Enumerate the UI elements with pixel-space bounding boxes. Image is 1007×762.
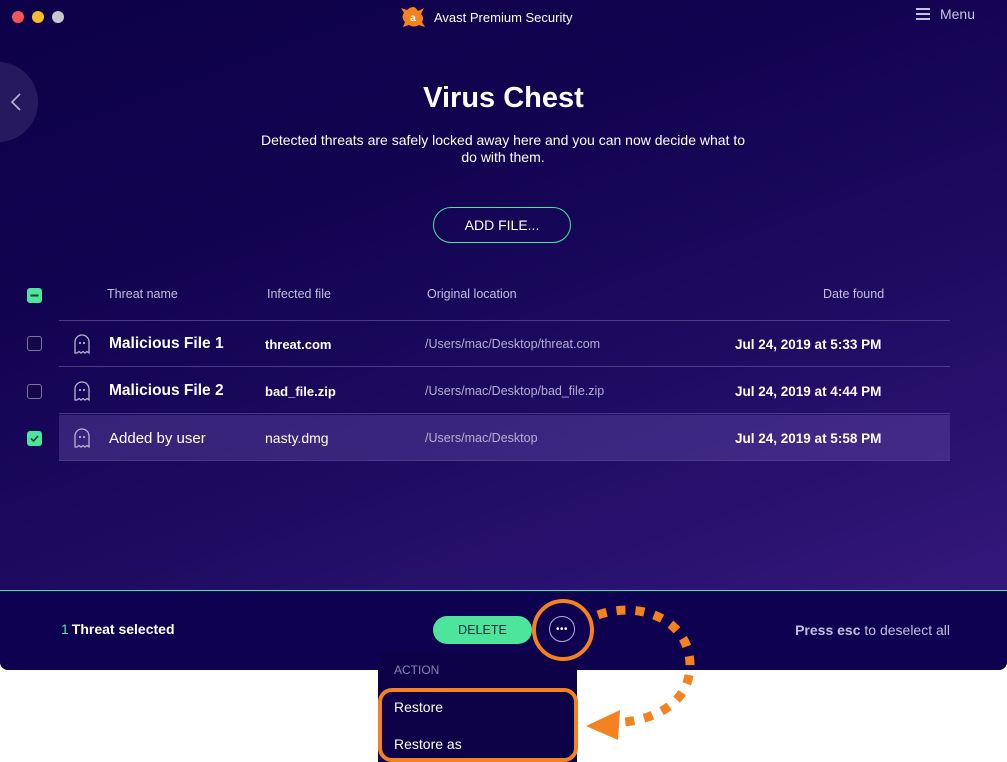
column-header-infected-file[interactable]: Infected file bbox=[267, 287, 331, 301]
column-header-original-location[interactable]: Original location bbox=[427, 287, 517, 301]
column-header-date-found[interactable]: Date found bbox=[823, 287, 884, 301]
ghost-icon bbox=[74, 334, 90, 355]
infected-file: nasty.dmg bbox=[265, 430, 329, 446]
date-found: Jul 24, 2019 at 5:58 PM bbox=[735, 430, 882, 446]
add-file-button[interactable]: ADD FILE... bbox=[433, 207, 571, 243]
action-menu: ACTION Restore Restore as bbox=[378, 653, 577, 762]
window-minimize-button[interactable] bbox=[32, 11, 44, 23]
infected-file: bad_file.zip bbox=[265, 383, 336, 399]
threat-name: Malicious File 2 bbox=[109, 382, 224, 399]
avast-logo-icon: a bbox=[401, 7, 425, 27]
row-checkbox-checked[interactable] bbox=[27, 431, 42, 446]
checkmark-icon bbox=[30, 435, 39, 443]
ghost-icon bbox=[74, 381, 90, 402]
table-row-selected[interactable]: Added by user nasty.dmg /Users/mac/Deskt… bbox=[59, 415, 950, 461]
window-close-button[interactable] bbox=[12, 11, 24, 23]
selection-count-number: 1 bbox=[61, 621, 69, 637]
threat-name: Added by user bbox=[109, 429, 206, 447]
threat-name: Malicious File 1 bbox=[109, 335, 224, 352]
menu-label: Menu bbox=[939, 6, 975, 22]
ghost-icon bbox=[74, 428, 90, 449]
row-checkbox[interactable] bbox=[27, 384, 42, 399]
deselect-hint-key: Press esc bbox=[795, 622, 861, 638]
app-title: a Avast Premium Security bbox=[400, 4, 572, 30]
selection-count-label: Threat selected bbox=[71, 621, 175, 637]
more-dots-icon: ••• bbox=[555, 623, 568, 635]
more-actions-button[interactable]: ••• bbox=[549, 616, 575, 642]
selection-count: 1 Threat selected bbox=[61, 621, 175, 637]
select-all-checkbox[interactable] bbox=[27, 288, 42, 303]
row-checkbox[interactable] bbox=[27, 336, 42, 351]
title-bar: a Avast Premium Security Menu bbox=[0, 0, 1007, 34]
hamburger-icon bbox=[915, 8, 930, 20]
deselect-hint: Press esc to deselect all bbox=[795, 622, 950, 638]
column-header-threat-name[interactable]: Threat name bbox=[107, 287, 178, 301]
date-found: Jul 24, 2019 at 4:44 PM bbox=[735, 383, 882, 399]
menu-item-restore-as[interactable]: Restore as bbox=[394, 736, 462, 752]
menu-item-restore[interactable]: Restore bbox=[394, 699, 443, 715]
app-window: a Avast Premium Security Menu Virus Ches… bbox=[0, 0, 1007, 670]
delete-button[interactable]: DELETE bbox=[433, 616, 532, 644]
action-menu-header: ACTION bbox=[394, 663, 440, 677]
svg-text:a: a bbox=[410, 13, 416, 24]
deselect-hint-text: to deselect all bbox=[860, 622, 950, 638]
infected-file: threat.com bbox=[265, 336, 332, 352]
app-title-text: Avast Premium Security bbox=[434, 9, 573, 25]
window-maximize-button bbox=[52, 11, 64, 23]
original-location: /Users/mac/Desktop/threat.com bbox=[425, 337, 601, 351]
date-found: Jul 24, 2019 at 5:33 PM bbox=[735, 336, 882, 352]
original-location: /Users/mac/Desktop bbox=[425, 431, 538, 445]
table-row[interactable]: Malicious File 2 bad_file.zip /Users/mac… bbox=[59, 368, 950, 414]
table-row[interactable]: Malicious File 1 threat.com /Users/mac/D… bbox=[59, 321, 950, 367]
original-location: /Users/mac/Desktop/bad_file.zip bbox=[425, 384, 605, 398]
menu-button[interactable]: Menu bbox=[915, 6, 975, 22]
arrow-head-icon bbox=[586, 710, 620, 740]
page-title: Virus Chest bbox=[423, 82, 584, 114]
minus-icon bbox=[30, 294, 39, 297]
page-description: Detected threats are safely locked away … bbox=[260, 132, 746, 165]
